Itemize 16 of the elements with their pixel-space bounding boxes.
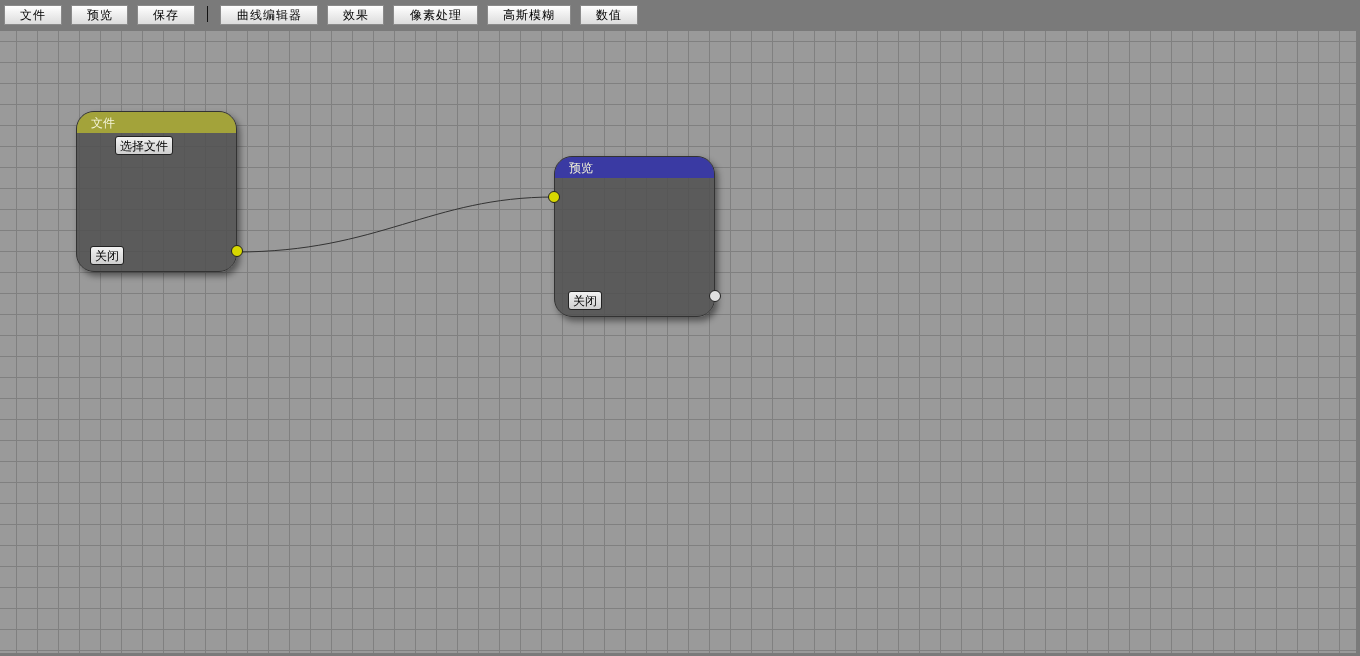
toolbar-button[interactable]: 高斯模糊 [487, 4, 571, 25]
close-button[interactable]: 关闭 [90, 246, 124, 265]
node-title: 文件 [77, 112, 236, 133]
output-port[interactable] [231, 245, 243, 257]
toolbar-button[interactable]: 数值 [580, 4, 638, 25]
output-port[interactable] [709, 290, 721, 302]
input-port[interactable] [548, 191, 560, 203]
toolbar-button[interactable]: 文件 [4, 4, 62, 25]
toolbar-button[interactable]: 曲线编辑器 [220, 4, 318, 25]
toolbar-button[interactable]: 像素处理 [393, 4, 478, 25]
close-button[interactable]: 关闭 [568, 291, 602, 310]
toolbar-button[interactable]: 预览 [71, 4, 128, 25]
toolbar-button[interactable]: 效果 [327, 4, 384, 25]
toolbar-button[interactable]: 保存 [137, 4, 195, 25]
select-file-button[interactable]: 选择文件 [115, 136, 173, 155]
node-title: 预览 [555, 157, 714, 178]
